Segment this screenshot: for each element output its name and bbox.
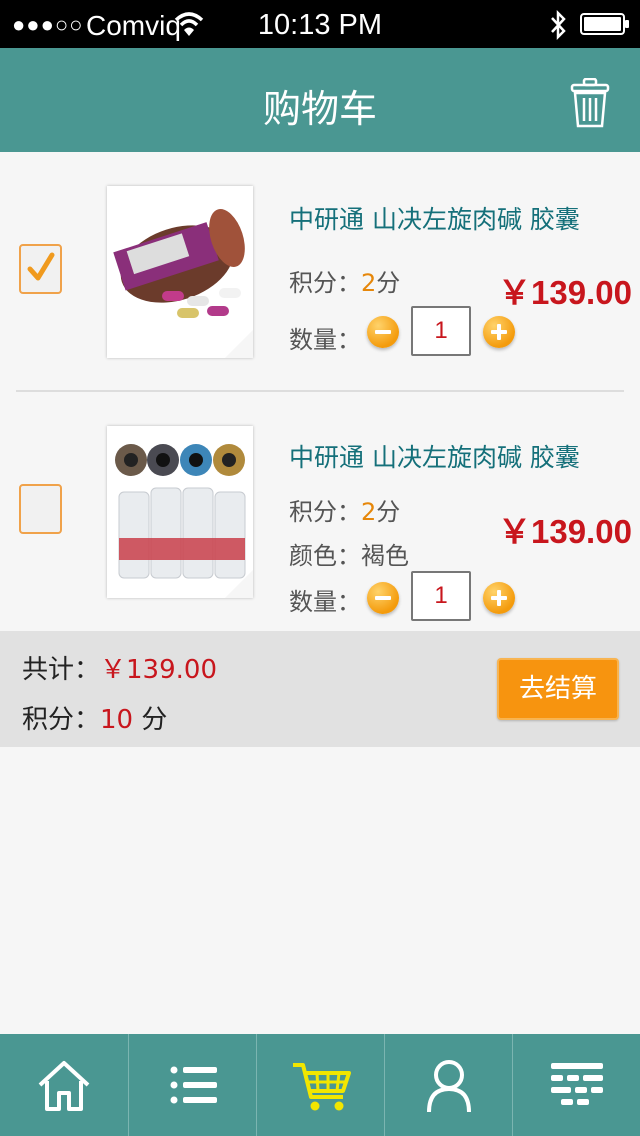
total-points-unit: 分: [133, 705, 168, 735]
bottom-tab-bar: [0, 1034, 640, 1136]
points-unit: 分: [376, 498, 401, 526]
quantity-input[interactable]: 1: [411, 571, 471, 621]
tab-more[interactable]: [512, 1034, 640, 1136]
checkout-button[interactable]: 去结算: [497, 658, 619, 720]
product-price: ￥139.00: [498, 513, 632, 550]
total-points-value: 10: [100, 705, 134, 735]
total-price-line: 共计：￥139.00: [22, 649, 217, 686]
product-image[interactable]: [107, 426, 253, 598]
product-color: 颜色：褐色: [289, 536, 409, 571]
list-icon: [170, 1066, 217, 1104]
quantity-label: 数量：: [289, 588, 361, 616]
points-label: 积分：: [289, 498, 361, 526]
product-name[interactable]: 中研通 山决左旋肉碱 胶囊: [289, 438, 580, 474]
color-value: 褐色: [361, 542, 409, 570]
total-points-line: 积分：10 分: [22, 699, 167, 736]
product-points: 积分：2分: [289, 492, 400, 527]
increase-quantity-button[interactable]: [483, 582, 515, 614]
color-label: 颜色：: [289, 542, 361, 570]
user-icon: [427, 1060, 471, 1113]
decrease-quantity-button[interactable]: [367, 582, 399, 614]
order-summary: 共计：￥139.00 积分：10 分 去结算: [0, 631, 640, 747]
tab-home[interactable]: [0, 1034, 128, 1136]
tab-cart[interactable]: [256, 1034, 384, 1136]
tab-profile[interactable]: [384, 1034, 512, 1136]
total-label: 共计：: [22, 655, 101, 685]
item-checkbox[interactable]: [19, 484, 62, 534]
total-value: ￥139.00: [100, 655, 217, 685]
tab-list[interactable]: [128, 1034, 256, 1136]
cart-icon: [293, 1063, 351, 1111]
cart-item: 中研通 山决左旋肉碱 胶囊 积分：2分 颜色：褐色 ￥139.00 数量： 1: [0, 0, 640, 630]
home-icon: [38, 1061, 90, 1111]
points-value: 2: [361, 498, 377, 526]
total-points-label: 积分：: [22, 705, 101, 735]
menu-grid-icon: [551, 1063, 603, 1105]
